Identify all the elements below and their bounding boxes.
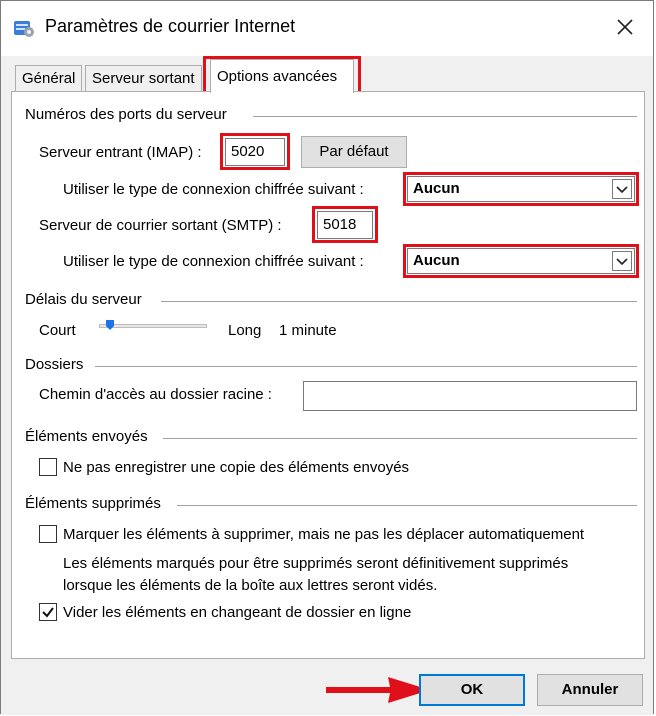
outgoing-port-input[interactable]: 5018 <box>317 211 373 239</box>
ports-group-title: Numéros des ports du serveur <box>25 106 233 123</box>
close-icon <box>617 19 633 35</box>
mark-for-deletion-checkbox[interactable] <box>39 525 57 543</box>
deleted-items-group-title: Éléments supprimés <box>25 495 167 512</box>
mark-for-deletion-label: Marquer les éléments à supprimer, mais n… <box>63 526 585 543</box>
outgoing-encryption-label: Utiliser le type de connexion chiffrée s… <box>63 253 364 270</box>
chevron-down-icon <box>612 251 632 271</box>
ports-group-divider <box>253 116 637 117</box>
outgoing-port-label: Serveur de courrier sortant (SMTP) : <box>39 217 282 234</box>
internet-mail-settings-dialog: Paramètres de courrier Internet Général … <box>0 0 654 715</box>
cancel-button[interactable]: Annuler <box>537 674 643 706</box>
chevron-down-icon <box>612 179 632 199</box>
root-folder-path-input[interactable] <box>303 381 637 411</box>
timeout-long-label: Long <box>228 322 262 339</box>
incoming-port-input[interactable]: 5020 <box>225 138 285 166</box>
incoming-encryption-value: Aucun <box>413 180 460 197</box>
no-sent-copy-label: Ne pas enregistrer une copie des élément… <box>63 459 410 476</box>
sent-items-group-title: Éléments envoyés <box>25 428 154 445</box>
timeout-value: 1 minute <box>279 322 337 339</box>
incoming-port-label: Serveur entrant (IMAP) : <box>39 144 202 161</box>
timeouts-group-divider <box>161 301 637 302</box>
close-button[interactable] <box>611 13 639 41</box>
folders-group-divider <box>95 366 637 367</box>
no-sent-copy-checkbox[interactable] <box>39 458 57 476</box>
sent-items-group-divider <box>163 438 637 439</box>
ok-button[interactable]: OK <box>419 674 525 706</box>
outgoing-encryption-select[interactable]: Aucun <box>407 248 635 274</box>
tab-advanced-options[interactable]: Options avancées <box>210 59 354 93</box>
tab-outgoing-server[interactable]: Serveur sortant <box>85 65 202 91</box>
tab-general[interactable]: Général <box>15 65 83 91</box>
incoming-encryption-label: Utiliser le type de connexion chiffrée s… <box>63 181 364 198</box>
purge-on-switch-checkbox[interactable] <box>39 603 57 621</box>
root-folder-path-label: Chemin d'accès au dossier racine : <box>39 386 272 403</box>
purge-on-switch-label: Vider les éléments en changeant de dossi… <box>63 604 412 621</box>
folders-group-title: Dossiers <box>25 356 90 373</box>
timeout-slider-track[interactable] <box>99 324 207 328</box>
deleted-items-group-divider <box>177 505 637 506</box>
window-title: Paramètres de courrier Internet <box>45 16 296 36</box>
outgoing-encryption-value: Aucun <box>413 252 460 269</box>
timeout-short-label: Court <box>39 322 76 339</box>
deletion-info-line-2: lorsque les éléments de la boîte aux let… <box>63 577 438 594</box>
deletion-info-line-1: Les éléments marqués pour être supprimés… <box>63 555 569 572</box>
red-arrow-annotation <box>326 677 430 703</box>
timeouts-group-title: Délais du serveur <box>25 291 148 308</box>
settings-app-icon <box>14 21 34 37</box>
title-bar: Paramètres de courrier Internet <box>1 1 653 56</box>
incoming-encryption-select[interactable]: Aucun <box>407 176 635 202</box>
default-ports-button[interactable]: Par défaut <box>301 136 407 168</box>
timeout-slider-thumb[interactable] <box>106 320 114 330</box>
checkmark-icon <box>42 607 54 618</box>
